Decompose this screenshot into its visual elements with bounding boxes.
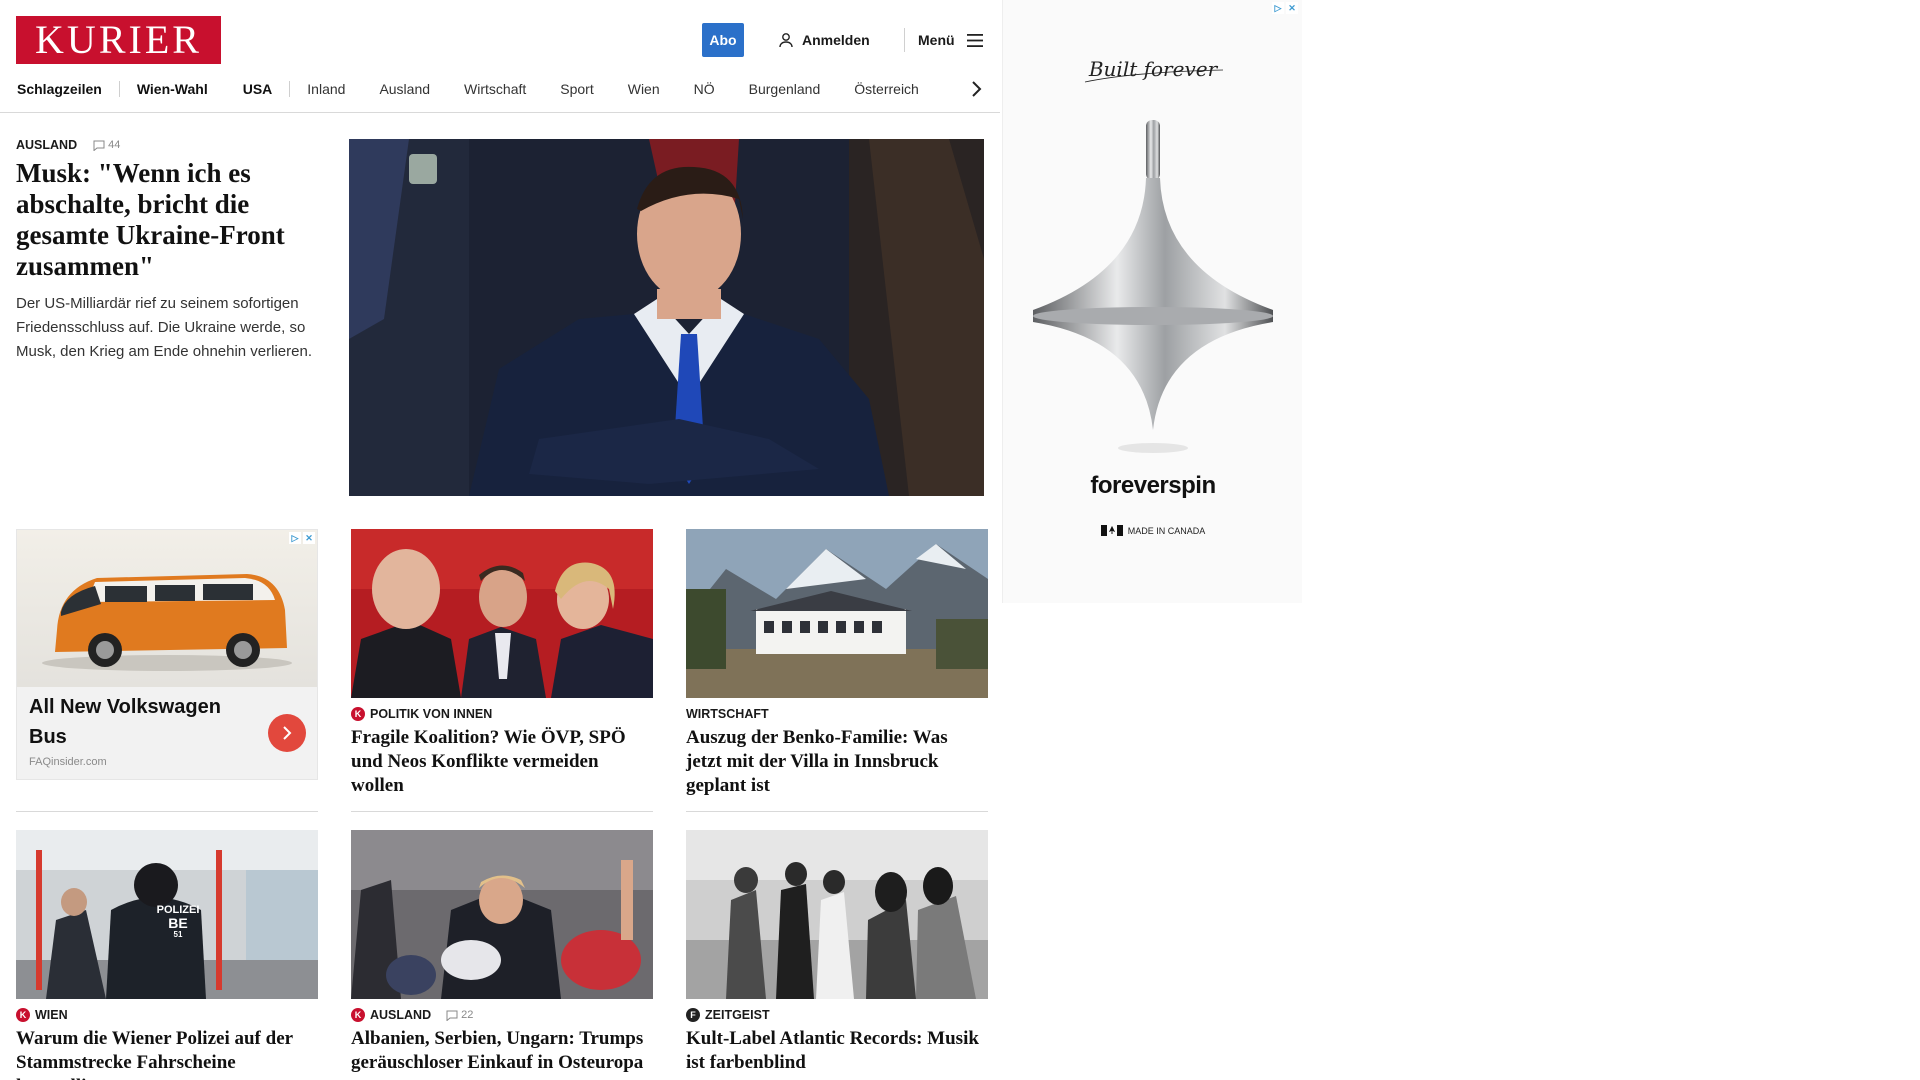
lead-section: AUSLAND	[16, 138, 78, 152]
nav-item-oesterreich[interactable]: Österreich	[837, 72, 936, 106]
kurier-badge-icon: K	[351, 1008, 365, 1022]
story-headline[interactable]: Warum die Wiener Polizei auf der Stammst…	[16, 1027, 318, 1080]
ad-choices[interactable]: ▷ ✕	[289, 532, 315, 544]
site-header: KURIER Abo Anmelden Menü Schlagzeilen Wi…	[0, 0, 1000, 113]
story-card[interactable]: K POLITIK VON INNEN Fragile Koalition? W…	[351, 529, 653, 798]
nav-item-sport[interactable]: Sport	[543, 72, 610, 106]
nav-item-wirtschaft[interactable]: Wirtschaft	[447, 72, 543, 106]
story-section[interactable]: WIRTSCHAFT	[686, 707, 769, 721]
kurier-logo[interactable]: KURIER	[16, 16, 221, 64]
canada-flag-icon	[1100, 525, 1123, 536]
row-divider	[351, 811, 653, 812]
story-kicker: K POLITIK VON INNEN	[351, 707, 653, 721]
side-ad-foreverspin[interactable]: ▷ ✕ Built forever foreverspin MADE IN CA…	[1002, 0, 1302, 603]
row-divider	[16, 811, 318, 812]
ad-choices[interactable]: ▷ ✕	[1272, 2, 1298, 14]
trump-crowd-photo	[351, 830, 653, 999]
kurier-badge-icon: K	[16, 1008, 30, 1022]
story-comments[interactable]: 22	[446, 1009, 473, 1021]
ad-info-icon[interactable]: ▷	[289, 532, 301, 544]
nav-item-inland[interactable]: Inland	[290, 72, 362, 106]
comment-icon	[446, 1010, 458, 1021]
ad-close-icon[interactable]: ✕	[303, 532, 315, 544]
lead-photo	[349, 139, 984, 496]
spinning-top-image	[1033, 120, 1273, 453]
police-unit: BE	[168, 915, 188, 931]
abo-button[interactable]: Abo	[702, 23, 744, 57]
story-image[interactable]	[686, 529, 988, 698]
native-ad-card[interactable]: ▷ ✕ All New Volkswagen Bus FAQinsider.co…	[16, 529, 318, 780]
story-headline[interactable]: Kult-Label Atlantic Records: Musik ist f…	[686, 1027, 988, 1075]
story-headline[interactable]: Fragile Koalition? Wie ÖVP, SPÖ und Neos…	[351, 726, 653, 798]
login-button[interactable]: Anmelden	[778, 24, 870, 56]
chevron-right-icon	[283, 726, 292, 740]
story-card[interactable]: K AUSLAND 22 Albanien, Serbien, Ungarn: …	[351, 830, 653, 1075]
nav-item-ausland[interactable]: Ausland	[362, 72, 447, 106]
story-headline[interactable]: Auszug der Benko-Familie: Was jetzt mit …	[686, 726, 988, 798]
lead-image[interactable]	[349, 139, 984, 496]
story-headline[interactable]: Albanien, Serbien, Ungarn: Trumps geräus…	[351, 1027, 653, 1075]
ad-tagline-script: Built forever	[1084, 57, 1224, 83]
lead-comments[interactable]: 44	[93, 139, 120, 151]
atlantic-records-photo	[686, 830, 988, 999]
kurier-badge-icon: K	[351, 707, 365, 721]
menu-button[interactable]: Menü	[918, 24, 983, 56]
story-section[interactable]: WIEN	[35, 1008, 68, 1022]
ad-source: FAQinsider.com	[29, 756, 107, 768]
login-label: Anmelden	[802, 32, 870, 48]
story-image[interactable]	[351, 830, 653, 999]
ad-go-button[interactable]	[268, 714, 306, 752]
ad-close-icon[interactable]: ✕	[1286, 2, 1298, 14]
chevron-right-icon[interactable]	[970, 80, 982, 98]
ad-tagline: Built forever	[1088, 57, 1219, 81]
comment-icon	[93, 140, 105, 151]
section-nav: Schlagzeilen Wien-Wahl USA Inland Auslan…	[0, 72, 1000, 106]
menu-label: Menü	[918, 32, 955, 48]
ad-made-label: MADE IN CANADA	[1127, 525, 1206, 536]
nav-item-wien-wahl[interactable]: Wien-Wahl	[120, 72, 225, 106]
row-divider	[686, 811, 988, 812]
zeitgeist-badge-icon: f	[686, 1008, 700, 1022]
header-divider	[904, 28, 905, 52]
police-vest-text: POLIZEI BE 51	[148, 904, 208, 939]
police-number: 51	[173, 930, 183, 939]
nav-item-wien[interactable]: Wien	[611, 72, 677, 106]
story-kicker: K WIEN	[16, 1008, 318, 1022]
nav-item-schlagzeilen[interactable]: Schlagzeilen	[0, 72, 119, 106]
lead-story[interactable]: AUSLAND 44 Musk: "Wenn ich es abschalte,…	[16, 138, 316, 364]
lead-headline[interactable]: Musk: "Wenn ich es abschalte, bricht die…	[16, 158, 316, 282]
lead-kicker: AUSLAND 44	[16, 138, 316, 152]
lead-comment-count: 44	[108, 139, 121, 151]
story-section[interactable]: ZEITGEIST	[705, 1008, 770, 1022]
ad-info-icon[interactable]: ▷	[1272, 2, 1284, 14]
story-card[interactable]: POLIZEI BE 51 K WIEN Warum die Wiener Po…	[16, 830, 318, 1080]
story-section[interactable]: POLITIK VON INNEN	[370, 707, 492, 721]
story-image[interactable]	[351, 529, 653, 698]
nav-item-noe[interactable]: NÖ	[677, 72, 732, 106]
politicians-photo	[351, 529, 653, 698]
news-site: KURIER Abo Anmelden Menü Schlagzeilen Wi…	[0, 0, 1000, 1080]
story-image[interactable]: POLIZEI BE 51	[16, 830, 318, 999]
story-section[interactable]: AUSLAND	[370, 1008, 431, 1022]
story-card[interactable]: f ZEITGEIST Kult-Label Atlantic Records:…	[686, 830, 988, 1075]
story-kicker: K AUSLAND 22	[351, 1008, 653, 1022]
ad-title[interactable]: All New Volkswagen Bus	[29, 692, 229, 752]
nav-item-usa[interactable]: USA	[226, 72, 290, 106]
story-kicker: f ZEITGEIST	[686, 1008, 988, 1022]
user-icon	[779, 33, 793, 48]
story-card[interactable]: WIRTSCHAFT Auszug der Benko-Familie: Was…	[686, 529, 988, 798]
story-image[interactable]	[686, 830, 988, 999]
ad-brand[interactable]: foreverspin	[1003, 472, 1303, 500]
nav-item-burgenland[interactable]: Burgenland	[732, 72, 838, 106]
hamburger-icon	[966, 33, 983, 47]
lead-teaser: Der US-Milliardär rief zu seinem soforti…	[16, 295, 313, 360]
story-comment-count: 22	[461, 1009, 474, 1021]
story-kicker: WIRTSCHAFT	[686, 707, 988, 721]
ad-made-in: MADE IN CANADA	[1003, 525, 1303, 536]
villa-photo	[686, 529, 988, 698]
logo-text: KURIER	[35, 17, 202, 62]
ad-vw-bus-image	[17, 530, 317, 687]
